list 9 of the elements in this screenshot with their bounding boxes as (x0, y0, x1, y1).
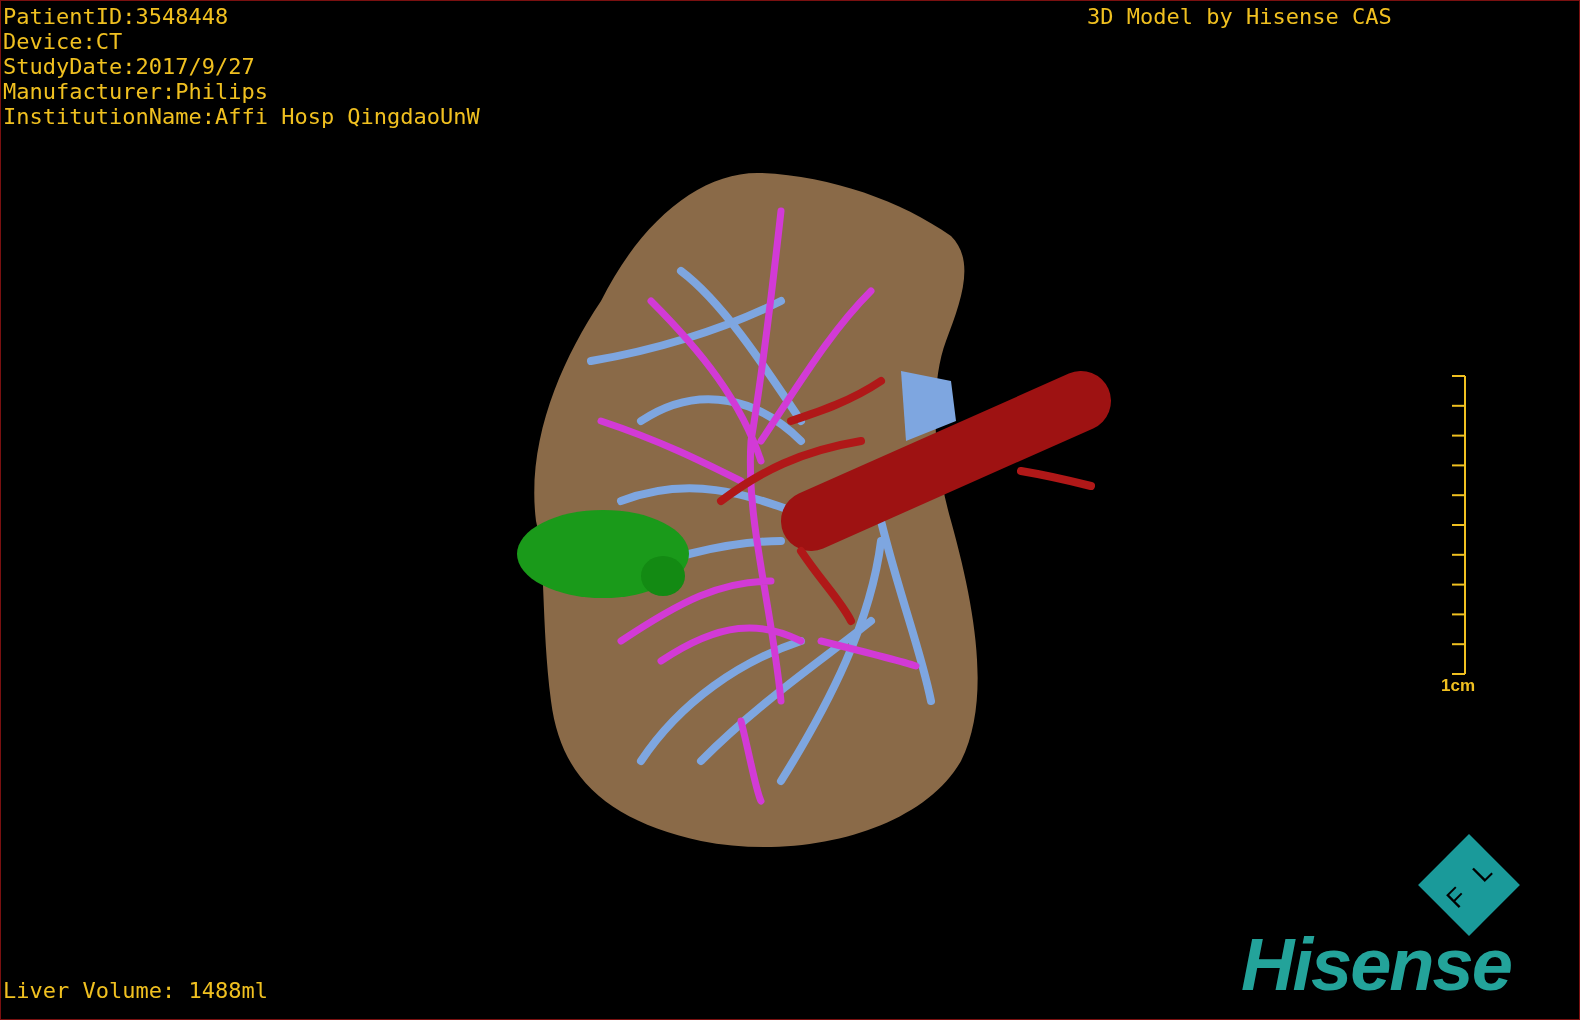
patient-info-text: StudyDate:2017/9/27 (3, 54, 256, 79)
patient-info-text: PatientID:3548448 (3, 4, 230, 29)
liver-volume-text: Liver Volume: 1488ml (3, 978, 268, 1003)
model-title: 3D Model by Hisense CAS (1087, 4, 1392, 29)
scale-label: 1cm (1441, 676, 1476, 696)
orientation-cube[interactable]: F L (1418, 834, 1520, 936)
patient-info-text: Manufacturer:Philips (3, 79, 269, 104)
patient-info-text: Device:CT (3, 29, 124, 54)
patient-info-text: InstitutionName:Affi Hosp QingdaoUnW (3, 104, 480, 129)
